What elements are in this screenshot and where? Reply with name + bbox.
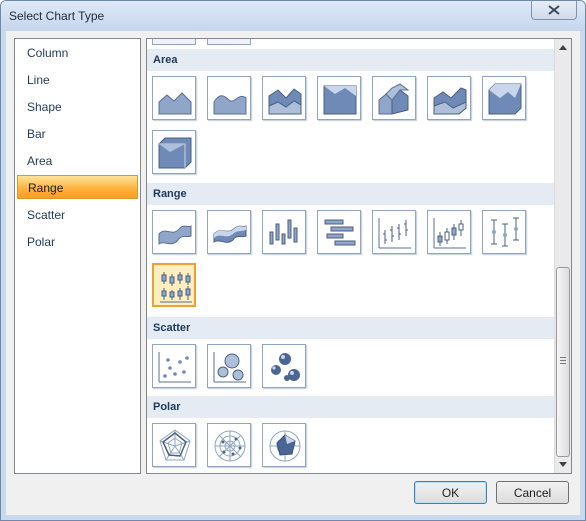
- smooth-area-icon: [213, 95, 247, 115]
- area-3d-chart-tile[interactable]: [372, 76, 416, 120]
- thumb-grip: [560, 360, 566, 361]
- section-header-range: Range: [147, 183, 554, 205]
- category-label: Shape: [27, 100, 62, 114]
- box-plot-chart-tile[interactable]: [152, 263, 196, 307]
- range-bar-icon: [269, 219, 298, 245]
- category-label: Range: [28, 181, 64, 195]
- error-bar-icon: [491, 217, 519, 247]
- full-stacked-area-3d-icon: [488, 83, 522, 115]
- category-label: Column: [27, 46, 69, 60]
- radar-point-icon: [214, 430, 246, 462]
- area-icon: [158, 92, 192, 115]
- candlestick-icon: [433, 218, 466, 249]
- full-stacked-area-chart-tile[interactable]: [317, 76, 361, 120]
- select-chart-type-dialog: Select Chart Type Column Line Shape Bar …: [0, 0, 586, 521]
- gantt-chart-tile[interactable]: [317, 210, 361, 254]
- category-item-column[interactable]: Column: [17, 41, 138, 65]
- stock-chart-tile[interactable]: [372, 210, 416, 254]
- category-item-bar[interactable]: Bar: [17, 122, 138, 146]
- category-label: Bar: [27, 127, 46, 141]
- area-3d-box-icon: [158, 137, 192, 169]
- stacked-area-icon: [268, 88, 302, 115]
- category-label: Scatter: [27, 208, 66, 222]
- cancel-button-label: Cancel: [513, 485, 552, 500]
- column-tile-partial[interactable]: [207, 39, 251, 45]
- box-plot-icon: [160, 272, 192, 303]
- category-item-polar[interactable]: Polar: [17, 230, 138, 254]
- range-area-3d-icon: [213, 225, 247, 243]
- gantt-icon: [324, 219, 356, 246]
- window-title: Select Chart Type: [9, 9, 105, 23]
- scroll-thumb[interactable]: [556, 267, 570, 457]
- scroll-up-button[interactable]: [555, 39, 571, 56]
- stacked-area-3d-chart-tile[interactable]: [427, 76, 471, 120]
- scroll-down-button[interactable]: [555, 456, 571, 473]
- category-item-shape[interactable]: Shape: [17, 95, 138, 119]
- category-item-line[interactable]: Line: [17, 68, 138, 92]
- bubble-chart-tile[interactable]: [207, 344, 251, 388]
- stacked-area-chart-tile[interactable]: [262, 76, 306, 120]
- section-header-polar: Polar: [147, 396, 554, 418]
- category-label: Area: [27, 154, 53, 168]
- thumb-grip: [560, 357, 566, 358]
- range-area-chart-tile[interactable]: [152, 210, 196, 254]
- radar-line-icon: [159, 429, 191, 461]
- stacked-area-3d-icon: [433, 87, 467, 115]
- area-3d-box-chart-tile[interactable]: [152, 130, 196, 174]
- point-icon: [158, 352, 191, 383]
- candlestick-chart-tile[interactable]: [427, 210, 471, 254]
- bubble-3d-chart-tile[interactable]: [262, 344, 306, 388]
- radar-point-chart-tile[interactable]: [207, 423, 251, 467]
- dialog-client-area: Column Line Shape Bar Area Range Scatter…: [6, 31, 580, 515]
- radar-area-chart-tile[interactable]: [262, 423, 306, 467]
- scroll-up-icon: [559, 45, 567, 50]
- section-header-area: Area: [147, 49, 554, 71]
- area-3d-icon: [378, 83, 410, 115]
- radar-line-chart-tile[interactable]: [152, 423, 196, 467]
- range-area-icon: [158, 225, 192, 245]
- ok-button-label: OK: [441, 485, 460, 500]
- close-icon: [548, 5, 560, 15]
- column-tile-partial[interactable]: [152, 39, 196, 45]
- gallery-scrollbar[interactable]: [554, 39, 571, 473]
- gallery-content: Area Range Scatter Polar: [147, 39, 554, 473]
- title-bar: Select Chart Type: [1, 1, 585, 31]
- close-button[interactable]: [531, 1, 577, 20]
- cancel-button[interactable]: Cancel: [496, 481, 569, 504]
- radar-area-icon: [269, 430, 301, 462]
- smooth-area-chart-tile[interactable]: [207, 76, 251, 120]
- range-area-3d-chart-tile[interactable]: [207, 210, 251, 254]
- category-label: Polar: [27, 235, 56, 249]
- section-header-scatter: Scatter: [147, 317, 554, 339]
- range-bar-chart-tile[interactable]: [262, 210, 306, 254]
- bubble-3d-icon: [271, 353, 300, 381]
- chart-type-gallery[interactable]: Area Range Scatter Polar: [146, 38, 572, 474]
- scroll-down-icon: [559, 462, 567, 467]
- chart-category-list[interactable]: Column Line Shape Bar Area Range Scatter…: [14, 38, 141, 474]
- point-chart-tile[interactable]: [152, 344, 196, 388]
- category-item-scatter[interactable]: Scatter: [17, 203, 138, 227]
- category-item-range[interactable]: Range: [17, 175, 138, 199]
- category-label: Line: [27, 73, 50, 87]
- ok-button[interactable]: OK: [414, 481, 487, 504]
- full-stacked-area-icon: [323, 85, 357, 115]
- thumb-grip: [560, 363, 566, 364]
- category-item-area[interactable]: Area: [17, 149, 138, 173]
- full-stacked-area-3d-chart-tile[interactable]: [482, 76, 526, 120]
- stock-icon: [378, 218, 411, 249]
- error-bar-chart-tile[interactable]: [482, 210, 526, 254]
- area-chart-tile[interactable]: [152, 76, 196, 120]
- bubble-icon: [213, 352, 246, 383]
